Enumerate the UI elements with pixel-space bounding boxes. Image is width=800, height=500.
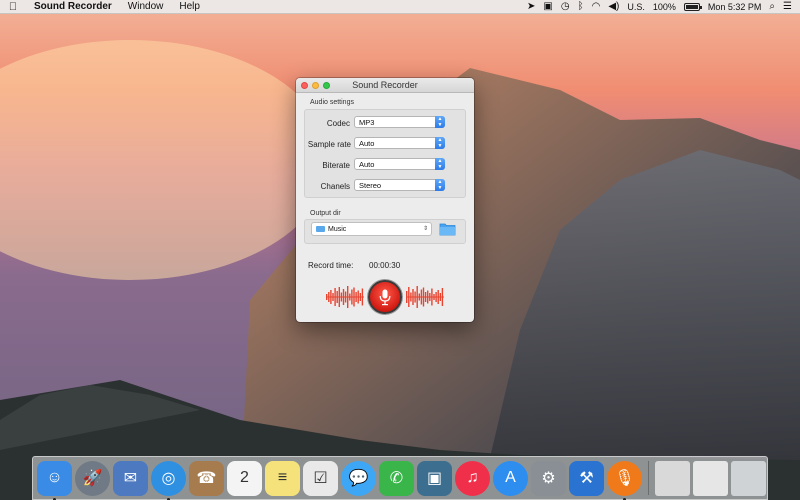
documents-stack-icon[interactable] bbox=[693, 460, 728, 496]
launchpad-icon[interactable]: 🚀 bbox=[75, 460, 110, 496]
waveform-baseline bbox=[406, 296, 444, 298]
sound-recorder-window: Sound Recorder Audio settings Codec MP3 … bbox=[296, 78, 474, 322]
sample-rate-select[interactable]: Auto ▲ ▼ bbox=[354, 137, 445, 149]
chanels-value: Stereo bbox=[359, 181, 382, 190]
chanels-label: Chanels bbox=[320, 182, 350, 191]
chevron-updown-icon: ▲ ▼ bbox=[435, 137, 445, 149]
app-status-icon[interactable]: ▣ bbox=[543, 1, 552, 12]
mail-stamp-icon[interactable]: ✉ bbox=[113, 460, 148, 496]
chanels-select[interactable]: Stereo ▲ ▼ bbox=[354, 179, 445, 191]
apple-menu-icon[interactable]:  bbox=[0, 1, 26, 13]
audio-settings-label: Audio settings bbox=[310, 99, 354, 106]
dock-separator bbox=[648, 461, 649, 495]
waveform-left bbox=[326, 286, 364, 308]
folder-icon bbox=[316, 226, 325, 232]
bluetooth-icon[interactable]: ᛒ bbox=[578, 1, 584, 12]
zoom-button[interactable] bbox=[323, 81, 330, 89]
location-arrow-icon[interactable]: ➤ bbox=[527, 1, 535, 12]
dock: ☺ 🚀 ✉ ◎ ☎ 2 ≡ ☑ 💬 ✆ ▣ ♫ A ⚙ ⚒ 🎙 bbox=[32, 456, 768, 500]
xcode-icon[interactable]: ⚒ bbox=[569, 460, 604, 496]
biterate-label: Biterate bbox=[322, 161, 350, 170]
waveform-right bbox=[406, 286, 444, 308]
menu-window[interactable]: Window bbox=[120, 1, 172, 12]
sound-recorder-icon[interactable]: 🎙 bbox=[607, 460, 642, 500]
waveform-baseline bbox=[326, 296, 364, 298]
input-source[interactable]: U.S. bbox=[627, 2, 645, 12]
messages-icon[interactable]: 💬 bbox=[341, 460, 376, 496]
output-dir-select[interactable]: Music ⇕ bbox=[311, 222, 432, 236]
chevron-updown-icon: ▲ ▼ bbox=[435, 116, 445, 128]
itunes-icon[interactable]: ♫ bbox=[455, 460, 490, 496]
minimize-button[interactable] bbox=[312, 81, 319, 89]
biterate-value: Auto bbox=[359, 160, 375, 169]
notification-center-icon[interactable]: ☰ bbox=[783, 1, 792, 12]
wifi-icon[interactable]: ◠ bbox=[592, 1, 601, 12]
chevron-updown-icon: ⇕ bbox=[422, 226, 428, 232]
clock[interactable]: Mon 5:32 PM bbox=[708, 2, 762, 12]
record-time-value: 00:00:30 bbox=[369, 261, 401, 270]
system-preferences-icon[interactable]: ⚙ bbox=[531, 460, 566, 496]
record-button[interactable] bbox=[368, 280, 402, 314]
reminders-icon[interactable]: ☑ bbox=[303, 460, 338, 496]
notes-icon[interactable]: ≡ bbox=[265, 460, 300, 496]
photos-icon[interactable]: ▣ bbox=[417, 460, 452, 496]
safari-icon[interactable]: ◎ bbox=[151, 460, 186, 500]
chevron-updown-icon: ▲ ▼ bbox=[435, 179, 445, 191]
title-bar[interactable]: Sound Recorder bbox=[296, 78, 474, 93]
facetime-icon[interactable]: ✆ bbox=[379, 460, 414, 496]
downloads-stack-icon[interactable] bbox=[655, 460, 690, 496]
finder-icon[interactable]: ☺ bbox=[37, 460, 72, 500]
status-area: ➤ ▣ ◷ ᛒ ◠ ◀) U.S. 100% Mon 5:32 PM ⌕ ☰ bbox=[527, 1, 800, 12]
output-dir-value: Music bbox=[328, 226, 347, 233]
codec-value: MP3 bbox=[359, 118, 375, 127]
chevron-updown-icon: ▲ ▼ bbox=[435, 158, 445, 170]
choose-folder-button[interactable] bbox=[439, 222, 456, 236]
menu-help[interactable]: Help bbox=[171, 1, 208, 12]
sample-rate-label: Sample rate bbox=[307, 140, 351, 149]
battery-icon[interactable] bbox=[683, 2, 702, 11]
record-time-label: Record time: bbox=[308, 261, 354, 270]
volume-icon[interactable]: ◀) bbox=[608, 1, 619, 12]
app-store-icon[interactable]: A bbox=[493, 460, 528, 496]
spotlight-search-icon[interactable]: ⌕ bbox=[769, 1, 775, 12]
battery-percent[interactable]: 100% bbox=[653, 2, 676, 12]
close-button[interactable] bbox=[301, 81, 308, 89]
codec-select[interactable]: MP3 ▲ ▼ bbox=[354, 116, 445, 128]
output-dir-label: Output dir bbox=[310, 210, 341, 217]
time-machine-icon[interactable]: ◷ bbox=[561, 1, 570, 12]
sample-rate-value: Auto bbox=[359, 139, 375, 148]
codec-label: Codec bbox=[326, 119, 350, 128]
biterate-select[interactable]: Auto ▲ ▼ bbox=[354, 158, 445, 170]
menu-bar:  Sound Recorder Window Help ➤ ▣ ◷ ᛒ ◠ ◀… bbox=[0, 0, 800, 14]
microphone-icon bbox=[379, 289, 391, 306]
app-menu[interactable]: Sound Recorder bbox=[26, 1, 120, 12]
trash-icon[interactable] bbox=[731, 460, 766, 496]
calendar-icon[interactable]: 2 bbox=[227, 460, 262, 496]
contacts-icon[interactable]: ☎ bbox=[189, 460, 224, 496]
